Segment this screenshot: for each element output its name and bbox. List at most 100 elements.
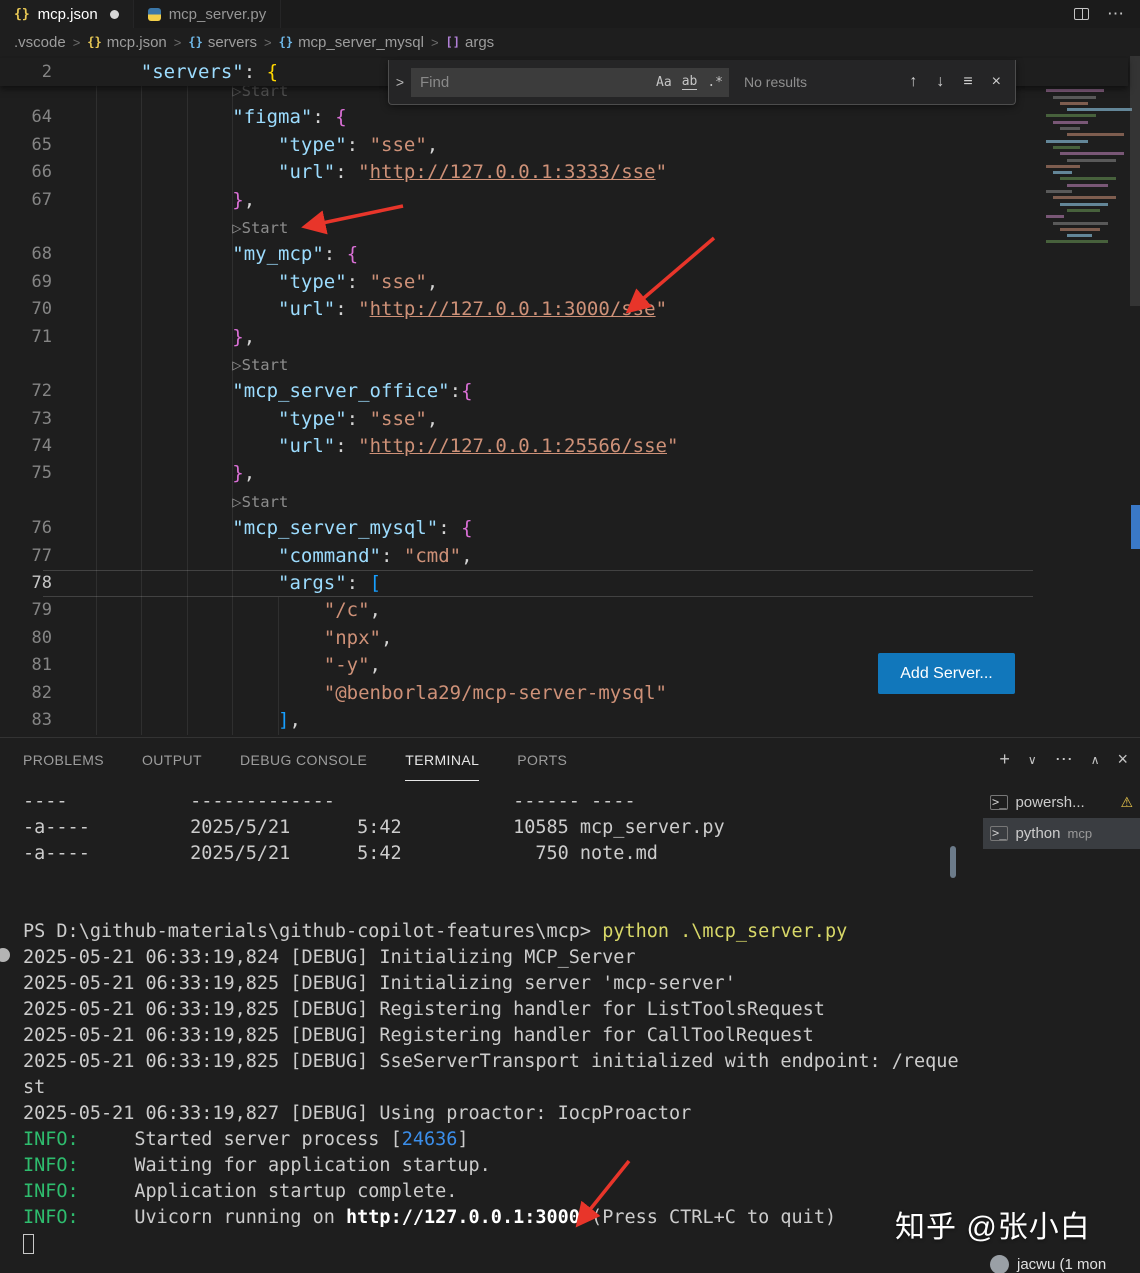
panel-tab-ports[interactable]: PORTS bbox=[517, 738, 567, 781]
terminal-list-item-python[interactable]: >_ python mcp bbox=[983, 818, 1140, 849]
token[interactable]: Start bbox=[242, 356, 289, 374]
editor[interactable]: ▷Start 64 "figma": {65 "type": "sse", 66 "… bbox=[0, 56, 1140, 737]
token: } bbox=[232, 462, 244, 485]
token: 24636 bbox=[401, 1129, 458, 1150]
minimap-line bbox=[1060, 152, 1124, 156]
more-actions-icon[interactable]: ⋯ bbox=[1107, 4, 1124, 24]
token: { bbox=[461, 517, 473, 540]
editor-tab-mcp_server.py[interactable]: mcp_server.py bbox=[133, 0, 282, 28]
token[interactable]: ▷ bbox=[232, 493, 241, 511]
code-line-83: 83 ], bbox=[0, 707, 1128, 734]
panel-tab-debug-console[interactable]: DEBUG CONSOLE bbox=[240, 738, 367, 781]
terminal-dropdown-icon[interactable]: ∨ bbox=[1028, 753, 1037, 767]
match-case-icon[interactable]: Aa bbox=[656, 75, 672, 90]
token: , bbox=[380, 626, 393, 649]
token: : bbox=[243, 61, 267, 83]
terminal-scrollbar[interactable] bbox=[950, 846, 956, 878]
add-server-button[interactable]: Add Server... bbox=[878, 653, 1015, 694]
token: , bbox=[369, 599, 381, 622]
line-number: 74 bbox=[31, 436, 52, 457]
scrollbar-thumb[interactable] bbox=[1130, 56, 1140, 306]
terminal-line: 2025-05-21 06:33:19,825 [DEBUG] Initiali… bbox=[23, 971, 950, 997]
code-line-72: 72 "mcp_server_office":{ bbox=[0, 378, 1128, 405]
breadcrumb-item-.vscode[interactable]: .vscode bbox=[14, 34, 66, 51]
breadcrumb-item-servers[interactable]: {} servers bbox=[188, 34, 257, 51]
terminal-icon: >_ bbox=[990, 795, 1009, 810]
token[interactable]: Start bbox=[242, 493, 289, 511]
toggle-replace-icon[interactable]: > bbox=[389, 74, 411, 90]
panel-tab-problems[interactable]: PROBLEMS bbox=[23, 738, 104, 781]
whole-word-icon[interactable]: ab bbox=[681, 74, 698, 90]
token[interactable]: ▷ bbox=[232, 356, 241, 374]
terminal-list-item-powersh[interactable]: >_ powersh... ⚠ bbox=[983, 787, 1140, 818]
line-number: 67 bbox=[31, 189, 52, 210]
panel-more-icon[interactable]: ⋯ bbox=[1055, 749, 1073, 770]
url-link[interactable]: http://127.0.0.1:25566/sse bbox=[370, 435, 667, 457]
url-link[interactable]: http://127.0.0.1:3000/sse bbox=[370, 298, 656, 320]
token: (Press CTRL+C to quit) bbox=[579, 1207, 837, 1228]
token: , bbox=[426, 133, 439, 156]
panel-maximize-icon[interactable]: ∧ bbox=[1091, 753, 1100, 767]
token: : bbox=[449, 380, 462, 403]
minimap-line bbox=[1060, 177, 1116, 181]
breadcrumb-item-mcp.json[interactable]: {} mcp.json bbox=[87, 34, 166, 51]
url-link[interactable]: http://127.0.0.1:3333/sse bbox=[370, 161, 656, 183]
minimap-line bbox=[1067, 108, 1132, 112]
token: "url" bbox=[278, 435, 336, 458]
codelens-start-row[interactable]: ▷Start bbox=[0, 214, 1128, 241]
find-close-icon[interactable]: × bbox=[992, 73, 1001, 91]
token: "args" bbox=[278, 572, 347, 595]
panel-tab-output[interactable]: OUTPUT bbox=[142, 738, 202, 781]
code-line-76: 76 "mcp_server_mysql": { bbox=[0, 515, 1128, 542]
object-symbol-icon: {} bbox=[188, 35, 203, 49]
minimap[interactable] bbox=[1042, 58, 1132, 310]
find-in-selection-icon[interactable]: ≡ bbox=[963, 73, 972, 91]
regex-icon[interactable]: .* bbox=[707, 75, 723, 90]
token: , bbox=[243, 188, 256, 211]
token: ] bbox=[457, 1129, 469, 1150]
token: : bbox=[346, 133, 370, 156]
terminal-output[interactable]: ---- ------------- ------ ---- -a---- 202… bbox=[23, 789, 959, 1257]
terminal-line: 2025-05-21 06:33:19,825 [DEBUG] Register… bbox=[23, 997, 950, 1023]
editor-scrollbar[interactable] bbox=[1128, 56, 1140, 737]
find-input[interactable]: Find Aa ab .* bbox=[411, 67, 729, 97]
panel-tab-terminal[interactable]: TERMINAL bbox=[405, 738, 479, 781]
panel-close-icon[interactable]: × bbox=[1117, 749, 1128, 770]
breadcrumb-item-args[interactable]: [] args bbox=[446, 34, 495, 51]
find-widget: > Find Aa ab .* No results ↑ ↓ ≡ × bbox=[388, 60, 1016, 105]
token: { bbox=[346, 243, 359, 266]
split-editor-icon[interactable] bbox=[1074, 8, 1089, 20]
code-text: }, bbox=[95, 460, 255, 487]
terminal-line: 2025-05-21 06:33:19,827 [DEBUG] Using pr… bbox=[23, 1101, 950, 1127]
token: , bbox=[243, 462, 256, 485]
token: "servers" bbox=[140, 61, 244, 83]
codelens-start-row[interactable]: ▷Start bbox=[0, 488, 1128, 515]
token: "cmd" bbox=[403, 544, 462, 567]
code-text: "args": [ bbox=[95, 570, 381, 597]
new-terminal-icon[interactable]: + bbox=[999, 749, 1010, 770]
code-text: "npx", bbox=[95, 625, 393, 652]
object-symbol-icon: {} bbox=[87, 35, 102, 49]
token: 2025-05-21 06:33:19,825 [DEBUG] Register… bbox=[23, 1025, 814, 1046]
token: "-y" bbox=[323, 654, 370, 677]
find-previous-icon[interactable]: ↑ bbox=[909, 73, 917, 91]
token[interactable]: ▷ bbox=[232, 219, 241, 237]
breadcrumb-item-mcp_server_mysql[interactable]: {} mcp_server_mysql bbox=[279, 34, 424, 51]
codelens-start-row[interactable]: ▷Start bbox=[0, 351, 1128, 378]
minimap-line bbox=[1053, 171, 1072, 175]
terminal-line: st bbox=[23, 1075, 950, 1101]
token[interactable]: Start bbox=[242, 219, 289, 237]
json-file-icon: {} bbox=[14, 6, 30, 22]
code-line-68: 68 "my_mcp": { bbox=[0, 241, 1128, 268]
token: , bbox=[289, 708, 301, 731]
code-line-77: 77 "command": "cmd", bbox=[0, 543, 1128, 570]
code-text: "/c", bbox=[95, 597, 381, 624]
editor-tab-mcp.json[interactable]: {} mcp.json bbox=[0, 0, 134, 28]
find-next-icon[interactable]: ↓ bbox=[936, 73, 944, 91]
